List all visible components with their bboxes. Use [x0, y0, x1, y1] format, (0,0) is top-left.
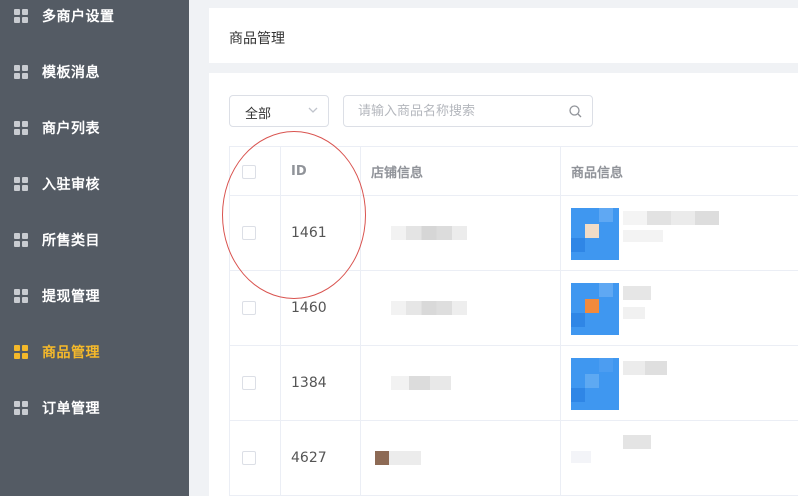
row-select: [230, 271, 281, 345]
sidebar-item-merchant-list[interactable]: 商户列表: [0, 100, 189, 156]
page-title: 商品管理: [229, 31, 285, 47]
row-id: 1384: [281, 346, 361, 420]
column-header-goods: 商品信息: [571, 166, 624, 181]
row-select: [230, 346, 281, 420]
main-area: 商品管理 全部 ID 店铺信息 商品信息: [189, 0, 798, 496]
sidebar-item-categories[interactable]: 所售类目: [0, 212, 189, 268]
row-id: 1461: [281, 196, 361, 270]
header-select-all: [230, 147, 281, 196]
chevron-down-icon: [308, 107, 318, 113]
row-checkbox[interactable]: [242, 376, 256, 390]
goods-thumbnail: [571, 208, 619, 260]
sidebar-item-label: 入驻审核: [42, 177, 100, 193]
sidebar-item-label: 商品管理: [42, 345, 100, 361]
goods-thumbnail: [571, 283, 619, 335]
search-icon[interactable]: [569, 105, 582, 118]
table-row[interactable]: 1460: [230, 271, 798, 346]
content-card: 全部 ID 店铺信息 商品信息 1: [209, 73, 798, 496]
table-row[interactable]: 4627: [230, 421, 798, 496]
row-checkbox[interactable]: [242, 226, 256, 240]
sidebar: 多商户设置 模板消息 商户列表 入驻审核 所售类目 提现管理 商品管理 订单管理: [0, 0, 189, 496]
search-box[interactable]: [343, 95, 593, 127]
sidebar-item-order-management[interactable]: 订单管理: [0, 380, 189, 436]
grid-icon: [14, 233, 28, 247]
status-select-value: 全部: [245, 107, 272, 122]
row-checkbox[interactable]: [242, 301, 256, 315]
sidebar-item-onboarding-review[interactable]: 入驻审核: [0, 156, 189, 212]
sidebar-item-label: 所售类目: [42, 233, 100, 249]
select-all-checkbox[interactable]: [242, 164, 256, 179]
store-info-blurred: [361, 421, 561, 495]
grid-icon: [14, 401, 28, 415]
row-checkbox[interactable]: [242, 451, 256, 465]
column-header-id: ID: [281, 147, 361, 196]
row-select: [230, 421, 281, 495]
grid-icon: [14, 345, 28, 359]
store-info-blurred: [361, 271, 561, 345]
grid-icon: [14, 177, 28, 191]
store-info-blurred: [361, 196, 561, 270]
store-info-blurred: [361, 346, 561, 420]
sidebar-item-label: 模板消息: [42, 65, 100, 81]
row-id: 1460: [281, 271, 361, 345]
table-row[interactable]: 1461: [230, 196, 798, 271]
table-row[interactable]: 1384: [230, 346, 798, 421]
row-select: [230, 196, 281, 270]
table-header: ID 店铺信息 商品信息: [230, 146, 798, 196]
grid-icon: [14, 65, 28, 79]
status-select[interactable]: 全部: [229, 95, 329, 127]
row-id: 4627: [281, 421, 361, 495]
sidebar-item-withdrawals[interactable]: 提现管理: [0, 268, 189, 324]
goods-info-blurred: [561, 346, 798, 420]
grid-icon: [14, 289, 28, 303]
sidebar-item-label: 多商户设置: [42, 9, 115, 25]
sidebar-item-merchant-settings[interactable]: 多商户设置: [0, 0, 189, 44]
goods-info-blurred: [561, 271, 798, 345]
goods-table: ID 店铺信息 商品信息 1461 1460 1384 4627: [229, 146, 798, 496]
grid-icon: [14, 121, 28, 135]
sidebar-item-label: 提现管理: [42, 289, 100, 305]
page-header: 商品管理: [209, 8, 798, 63]
sidebar-item-goods-management[interactable]: 商品管理: [0, 324, 189, 380]
sidebar-item-label: 商户列表: [42, 121, 100, 137]
search-input[interactable]: [358, 102, 558, 120]
sidebar-item-template-messages[interactable]: 模板消息: [0, 44, 189, 100]
goods-info-blurred: [561, 421, 798, 495]
grid-icon: [14, 9, 28, 23]
goods-info-blurred: [561, 196, 798, 270]
goods-thumbnail: [571, 358, 619, 410]
sidebar-item-label: 订单管理: [42, 401, 100, 417]
column-header-store: 店铺信息: [361, 147, 561, 196]
